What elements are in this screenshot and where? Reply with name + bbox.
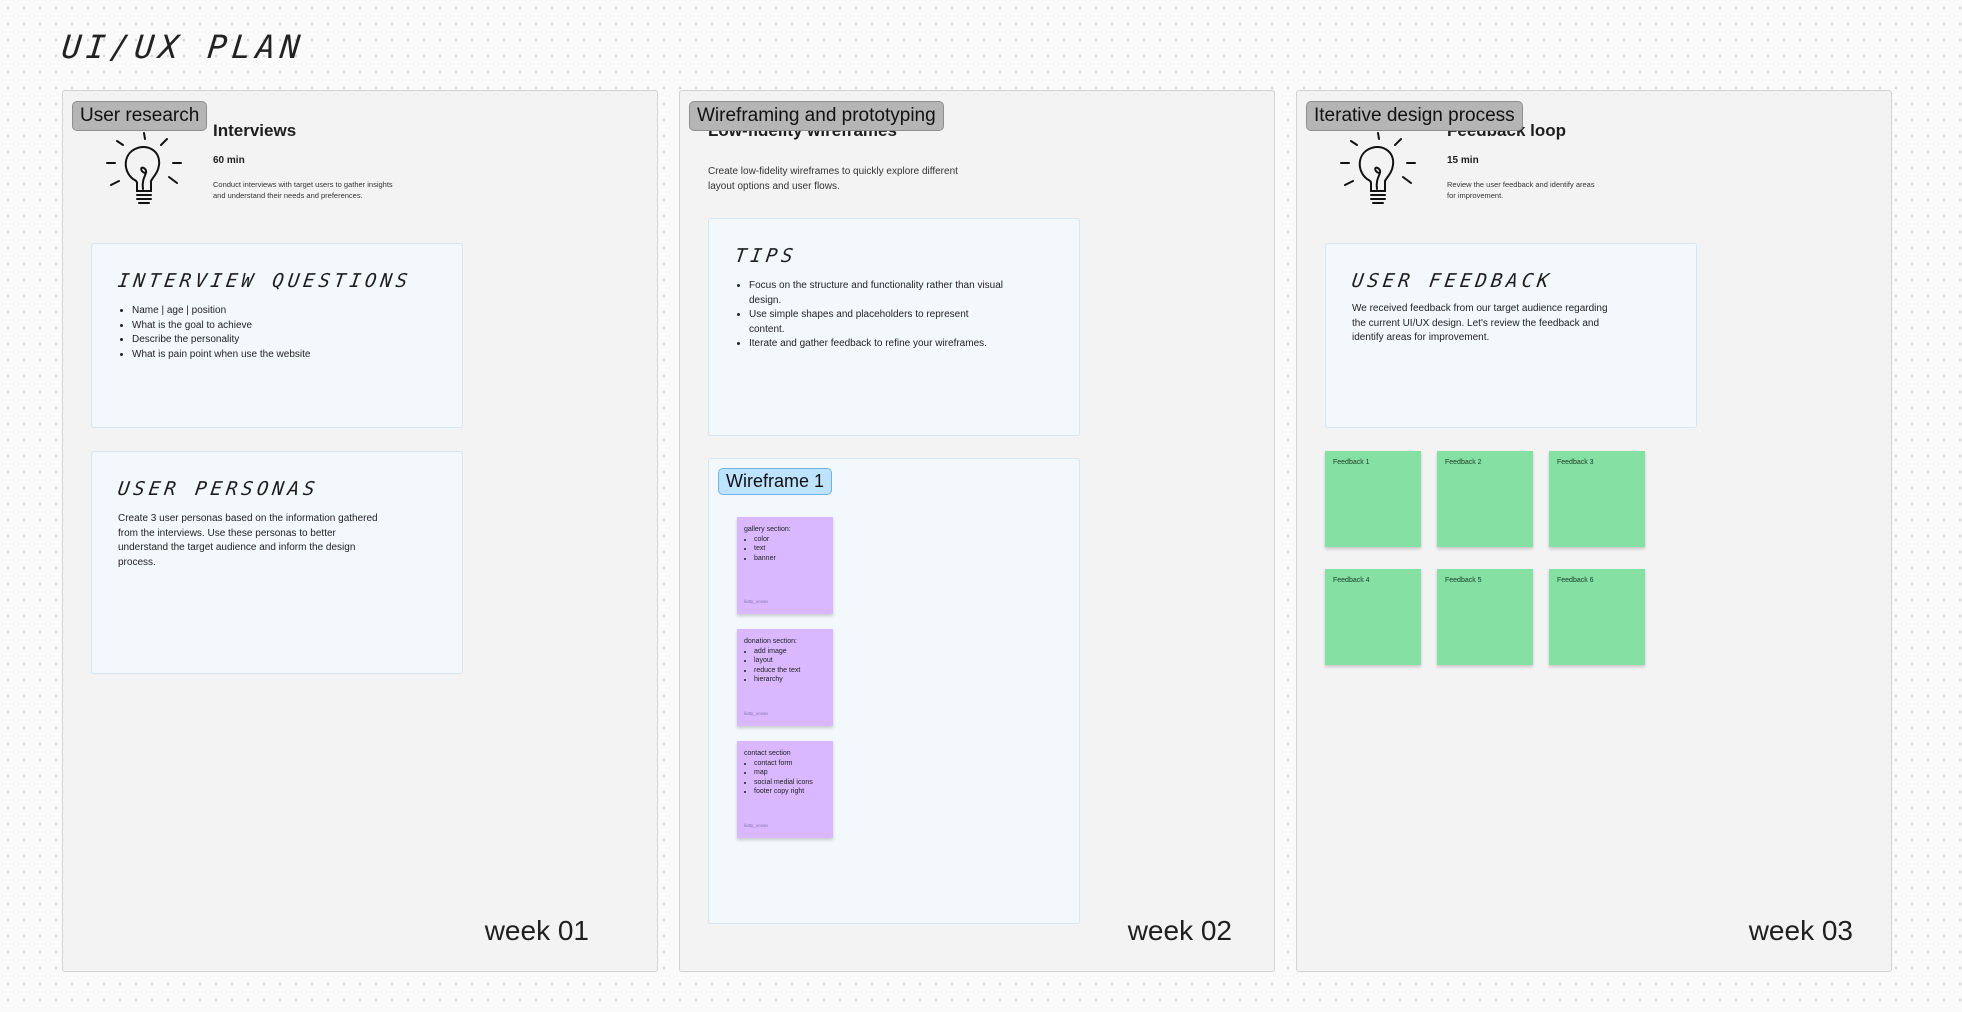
sticky-note[interactable]: gallery section: color text banner liutt… <box>737 517 833 614</box>
sticky-title: donation section: <box>744 638 797 645</box>
list-item: contact form <box>754 759 826 769</box>
list-item: What is pain point when use the website <box>132 348 310 363</box>
sticky-label: Feedback 5 <box>1445 577 1482 584</box>
sticky-title: contact section <box>744 750 791 757</box>
task-duration: 60 min <box>213 155 245 166</box>
section-tag[interactable]: Iterative design process <box>1306 101 1523 131</box>
list-item: color <box>754 535 826 545</box>
week-label: week 01 <box>484 915 589 946</box>
sticky-label: Feedback 3 <box>1557 459 1594 466</box>
task-duration: 15 min <box>1447 155 1479 166</box>
section-wireframing[interactable]: Low-fidelity wireframes Create low-fidel… <box>679 90 1275 972</box>
week-label: week 02 <box>1127 915 1232 946</box>
card-heading: USER PERSONAS <box>116 478 321 500</box>
user-feedback-card[interactable]: USER FEEDBACK We received feedback from … <box>1325 243 1697 428</box>
sticky-label: Feedback 6 <box>1557 577 1594 584</box>
sticky-label: Feedback 2 <box>1445 459 1482 466</box>
sticky-title: gallery section: <box>744 526 791 533</box>
sticky-note[interactable]: contact section contact form map social … <box>737 741 833 838</box>
list-item: layout <box>754 656 826 666</box>
lightbulb-icon <box>106 132 182 204</box>
section-tag[interactable]: Wireframing and prototyping <box>689 101 944 131</box>
wireframe-card[interactable]: Wireframe 1 gallery section: color text … <box>708 458 1080 924</box>
card-heading: INTERVIEW QUESTIONS <box>116 270 413 292</box>
task-description: Create low-fidelity wireframes to quickl… <box>708 166 958 192</box>
list-item: text <box>754 544 826 554</box>
sticky-label: Feedback 1 <box>1333 459 1370 466</box>
feedback-sticky-note[interactable]: Feedback 2 <box>1437 451 1533 547</box>
task-title: Interviews <box>213 121 297 140</box>
sticky-label: Feedback 4 <box>1333 577 1370 584</box>
feedback-sticky-note[interactable]: Feedback 3 <box>1549 451 1645 547</box>
card-heading: USER FEEDBACK <box>1350 270 1555 292</box>
interview-questions-card[interactable]: INTERVIEW QUESTIONS Name | age | positio… <box>91 243 463 428</box>
list-item: Describe the personality <box>132 333 310 348</box>
sticky-author: liutty_ocean <box>744 822 769 828</box>
sticky-author: liutty_ocean <box>744 710 769 716</box>
card-text: We received feedback from our target aud… <box>1352 303 1608 343</box>
sticky-author: liutty_ocean <box>744 598 769 604</box>
interview-questions-list: Name | age | position What is the goal t… <box>118 304 310 362</box>
card-heading: TIPS <box>733 245 799 267</box>
tips-card[interactable]: TIPS Focus on the structure and function… <box>708 218 1080 436</box>
user-personas-card[interactable]: USER PERSONAS Create 3 user personas bas… <box>91 451 463 674</box>
list-item: map <box>754 768 826 778</box>
sticky-note[interactable]: donation section: add image layout reduc… <box>737 629 833 726</box>
list-item: hierarchy <box>754 675 826 685</box>
board-title: UI/UX PLAN <box>60 28 307 66</box>
section-user-research[interactable]: Interviews 60 min Conduct interviews wit… <box>62 90 658 972</box>
list-item: Focus on the structure and functionality… <box>749 279 1005 308</box>
task-description: Review the user feedback and identify ar… <box>1447 180 1595 200</box>
list-item: banner <box>754 554 826 564</box>
list-item: Use simple shapes and placeholders to re… <box>749 308 1005 337</box>
list-item: Iterate and gather feedback to refine yo… <box>749 337 1005 352</box>
list-item: footer copy right <box>754 787 826 797</box>
lightbulb-icon <box>1340 132 1416 204</box>
feedback-sticky-note[interactable]: Feedback 6 <box>1549 569 1645 665</box>
feedback-sticky-note[interactable]: Feedback 1 <box>1325 451 1421 547</box>
week-label: week 03 <box>1748 915 1853 946</box>
list-item: Name | age | position <box>132 304 310 319</box>
list-item: social medial icons <box>754 778 826 788</box>
list-item: What is the goal to achieve <box>132 319 310 334</box>
list-item: add image <box>754 647 826 657</box>
wireframe-tag[interactable]: Wireframe 1 <box>718 468 833 495</box>
list-item: reduce the text <box>754 666 826 676</box>
section-tag[interactable]: User research <box>72 101 208 131</box>
card-text: Create 3 user personas based on the info… <box>118 513 378 568</box>
feedback-sticky-note[interactable]: Feedback 5 <box>1437 569 1533 665</box>
section-iterative-design[interactable]: Feedback loop 15 min Review the user fee… <box>1296 90 1892 972</box>
feedback-sticky-note[interactable]: Feedback 4 <box>1325 569 1421 665</box>
tips-list: Focus on the structure and functionality… <box>735 279 1005 352</box>
task-description: Conduct interviews with target users to … <box>213 180 393 200</box>
